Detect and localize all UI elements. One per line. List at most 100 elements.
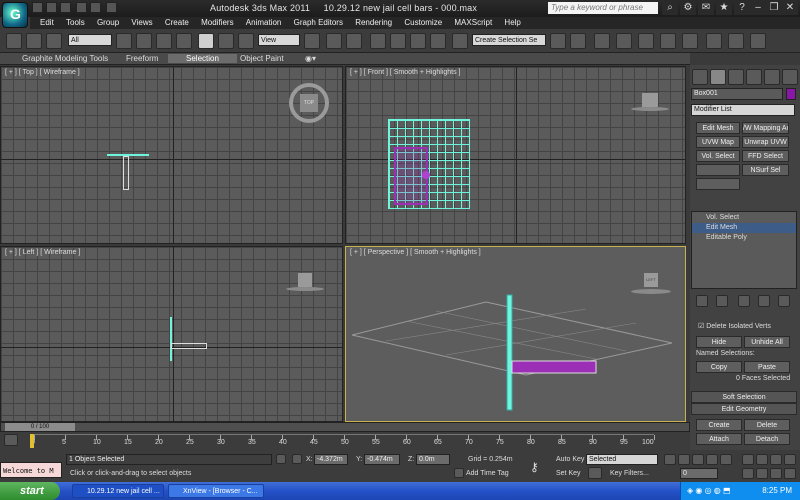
scale-icon[interactable]	[238, 33, 254, 49]
absolute-offset-icon[interactable]	[292, 454, 302, 464]
rectangular-selection-icon[interactable]	[156, 33, 172, 49]
tab-freeform[interactable]: Freeform	[126, 54, 158, 63]
select-manipulate-icon[interactable]	[326, 33, 342, 49]
move-icon[interactable]	[198, 33, 214, 49]
viewcube-persp[interactable]: LEFT	[644, 273, 658, 287]
angle-snap-icon[interactable]	[390, 33, 406, 49]
save-file-icon[interactable]	[60, 2, 71, 13]
make-unique-icon[interactable]	[738, 295, 750, 307]
schematic-view-icon[interactable]	[660, 33, 676, 49]
ribbon-options-icon[interactable]: ◉▾	[305, 54, 316, 63]
new-file-icon[interactable]	[32, 2, 43, 13]
x-coordinate-field[interactable]: -4.372m	[314, 454, 348, 465]
modifier-list-dropdown[interactable]: Modifier List	[691, 104, 795, 116]
selection-lock-icon[interactable]	[276, 454, 286, 464]
display-tab-icon[interactable]	[764, 69, 780, 85]
taskbar-item-3dsmax[interactable]: 10.29.12 new jail cell ...	[72, 484, 164, 498]
tab-selection[interactable]: Selection	[168, 54, 237, 63]
curve-editor-icon[interactable]	[638, 33, 654, 49]
unwrap-uvw-button[interactable]: Unwrap UVW	[742, 136, 789, 148]
close-icon[interactable]: ✕	[782, 1, 798, 15]
select-object-icon[interactable]	[116, 33, 132, 49]
current-frame-field[interactable]: 0	[680, 468, 718, 479]
help-icon[interactable]: ?	[734, 1, 750, 15]
field-of-view-icon[interactable]	[742, 468, 754, 479]
search-icon[interactable]: ⌕	[662, 1, 678, 15]
orbit-icon[interactable]	[770, 468, 782, 479]
viewport-front[interactable]: [ + ] [ Front ] [ Smooth + Highlights ]	[345, 66, 686, 244]
favorites-icon[interactable]: ★	[716, 1, 732, 15]
tray-icons[interactable]: ◈ ◉ ◎ ◍ ⬒	[687, 486, 731, 495]
menu-rendering[interactable]: Rendering	[355, 17, 392, 29]
menu-animation[interactable]: Animation	[246, 17, 282, 29]
keyboard-shortcut-icon[interactable]	[346, 33, 362, 49]
viewport-top[interactable]: [ + ] [ Top ] [ Wireframe ] TOP	[0, 66, 343, 244]
menu-maxscript[interactable]: MAXScript	[454, 17, 492, 29]
delete-button[interactable]: Delete	[744, 419, 790, 431]
key-filters-button[interactable]: Key Filters...	[610, 470, 649, 477]
project-folder-icon[interactable]	[106, 2, 117, 13]
undo-tool-icon[interactable]	[6, 33, 22, 49]
copy-button[interactable]: Copy	[696, 361, 742, 373]
viewport-perspective[interactable]: [ + ] [ Perspective ] [ Smooth + Highlig…	[345, 246, 686, 422]
utilities-tab-icon[interactable]	[782, 69, 798, 85]
add-time-tag[interactable]: Add Time Tag	[466, 470, 509, 477]
previous-frame-icon[interactable]	[678, 454, 690, 465]
viewcube-left-ring[interactable]	[286, 287, 324, 291]
tab-object-paint[interactable]: Object Paint	[240, 54, 284, 63]
next-frame-icon[interactable]	[706, 454, 718, 465]
zoom-all-icon[interactable]	[756, 454, 768, 465]
viewcube-front-ring[interactable]	[631, 107, 669, 111]
window-crossing-icon[interactable]	[176, 33, 192, 49]
current-frame-marker[interactable]	[30, 434, 34, 448]
open-mini-curve-editor-icon[interactable]	[4, 434, 18, 446]
go-to-start-icon[interactable]	[664, 454, 676, 465]
graphite-toggle-icon[interactable]	[616, 33, 632, 49]
viewport-left[interactable]: [ + ] [ Left ] [ Wireframe ]	[0, 246, 343, 422]
auto-key-button[interactable]: Auto Key	[556, 456, 584, 463]
uvw-map-button[interactable]: UVW Map	[696, 136, 740, 148]
pan-view-icon[interactable]	[756, 468, 768, 479]
zoom-extents-icon[interactable]	[770, 454, 782, 465]
spinner-snap-icon[interactable]	[430, 33, 446, 49]
application-button[interactable]: G	[2, 2, 28, 28]
time-slider[interactable]: 0 / 100	[0, 422, 690, 432]
select-link-icon[interactable]	[26, 33, 42, 49]
modifier-stack[interactable]: Vol. Select Edit Mesh Editable Poly	[691, 211, 797, 289]
edit-geometry-rollout[interactable]: Edit Geometry	[691, 403, 797, 415]
align-icon[interactable]	[570, 33, 586, 49]
viewport-left-label[interactable]: [ + ] [ Left ] [ Wireframe ]	[5, 249, 80, 256]
menu-tools[interactable]: Tools	[66, 17, 85, 29]
nsurf-sel-button[interactable]: NSurf Sel	[742, 164, 789, 176]
rendered-frame-icon[interactable]	[728, 33, 744, 49]
delete-isolated-checkbox[interactable]: ☑ Delete Isolated Verts	[698, 322, 771, 330]
key-mode-dropdown[interactable]: Selected	[586, 454, 658, 465]
render-production-icon[interactable]	[750, 33, 766, 49]
menu-edit[interactable]: Edit	[40, 17, 54, 29]
viewcube-left[interactable]	[298, 273, 312, 287]
viewcube-top-ring[interactable]: TOP	[289, 83, 329, 123]
rotate-icon[interactable]	[218, 33, 234, 49]
play-icon[interactable]	[692, 454, 704, 465]
restore-icon[interactable]: ❐	[766, 1, 782, 15]
unlink-icon[interactable]	[46, 33, 62, 49]
undo-icon[interactable]	[76, 2, 87, 13]
object-bars-persp[interactable]	[506, 294, 513, 411]
zoom-extents-all-icon[interactable]	[784, 454, 796, 465]
snaps-toggle-icon[interactable]	[370, 33, 386, 49]
hide-button[interactable]: Hide	[696, 336, 742, 348]
stack-vol-select[interactable]: Vol. Select	[706, 214, 739, 221]
menu-customize[interactable]: Customize	[404, 17, 442, 29]
redo-icon[interactable]	[90, 2, 101, 13]
menu-group[interactable]: Group	[97, 17, 119, 29]
pin-stack-icon[interactable]	[696, 295, 708, 307]
minimize-icon[interactable]: –	[750, 1, 766, 15]
ffd-select-button[interactable]: FFD Select	[742, 150, 789, 162]
configure-sets-icon[interactable]	[778, 295, 790, 307]
tab-graphite-modeling-tools[interactable]: Graphite Modeling Tools	[22, 54, 108, 63]
stack-editable-poly[interactable]: Editable Poly	[706, 234, 747, 241]
mirror-icon[interactable]	[550, 33, 566, 49]
object-color-swatch[interactable]	[786, 88, 796, 100]
menu-modifiers[interactable]: Modifiers	[201, 17, 233, 29]
object-box-persp[interactable]	[511, 360, 597, 374]
